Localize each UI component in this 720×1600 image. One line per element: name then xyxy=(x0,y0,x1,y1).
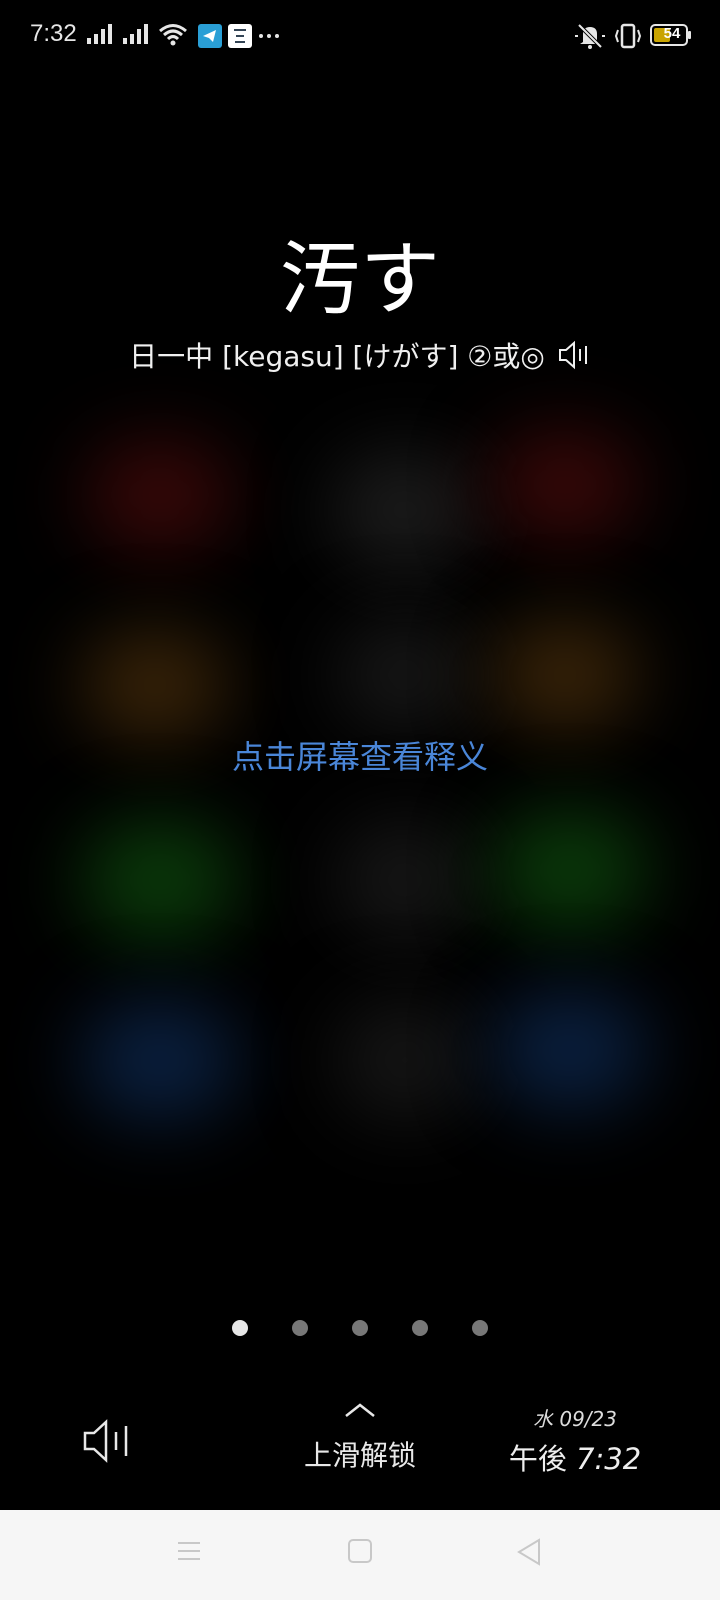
page-dot[interactable] xyxy=(232,1320,248,1336)
page-dot[interactable] xyxy=(292,1320,308,1336)
menu-icon[interactable] xyxy=(176,1538,202,1564)
vibrate-icon xyxy=(614,23,642,49)
clock-time: 7:32 xyxy=(576,1442,642,1476)
page-dot[interactable] xyxy=(352,1320,368,1336)
tap-to-view-definition[interactable]: 点击屏幕查看释义 xyxy=(0,732,720,778)
clock-label: 午後 7:32 xyxy=(500,1436,650,1478)
status-bar: 7:32 54 xyxy=(0,0,720,72)
signal-icon xyxy=(123,24,148,44)
battery-level: 54 xyxy=(663,25,681,42)
home-icon[interactable] xyxy=(347,1538,373,1564)
pronunciation-line: 日一中 [kegasu] [けがす] ②或◎ xyxy=(0,335,720,377)
app-notification-icon xyxy=(228,24,252,48)
headword: 汚す xyxy=(280,233,440,326)
more-icon xyxy=(259,34,279,38)
status-time: 7:32 xyxy=(30,20,77,47)
mute-bell-icon xyxy=(575,23,605,49)
clock-ampm: 午後 xyxy=(508,1442,567,1476)
telegram-icon xyxy=(198,24,222,48)
wifi-icon xyxy=(159,24,187,46)
signal-icon xyxy=(87,24,112,44)
back-icon[interactable] xyxy=(516,1538,542,1566)
page-dot[interactable] xyxy=(472,1320,488,1336)
date-label: 水 09/23 xyxy=(533,1407,617,1431)
chevron-up-icon xyxy=(345,1403,375,1417)
page-dot[interactable] xyxy=(412,1320,428,1336)
page-indicator xyxy=(0,1320,720,1336)
navigation-bar xyxy=(0,1510,720,1600)
speaker-icon[interactable] xyxy=(557,340,591,377)
pronunciation-text: 日一中 [kegasu] [けがす] ②或◎ xyxy=(129,340,545,373)
